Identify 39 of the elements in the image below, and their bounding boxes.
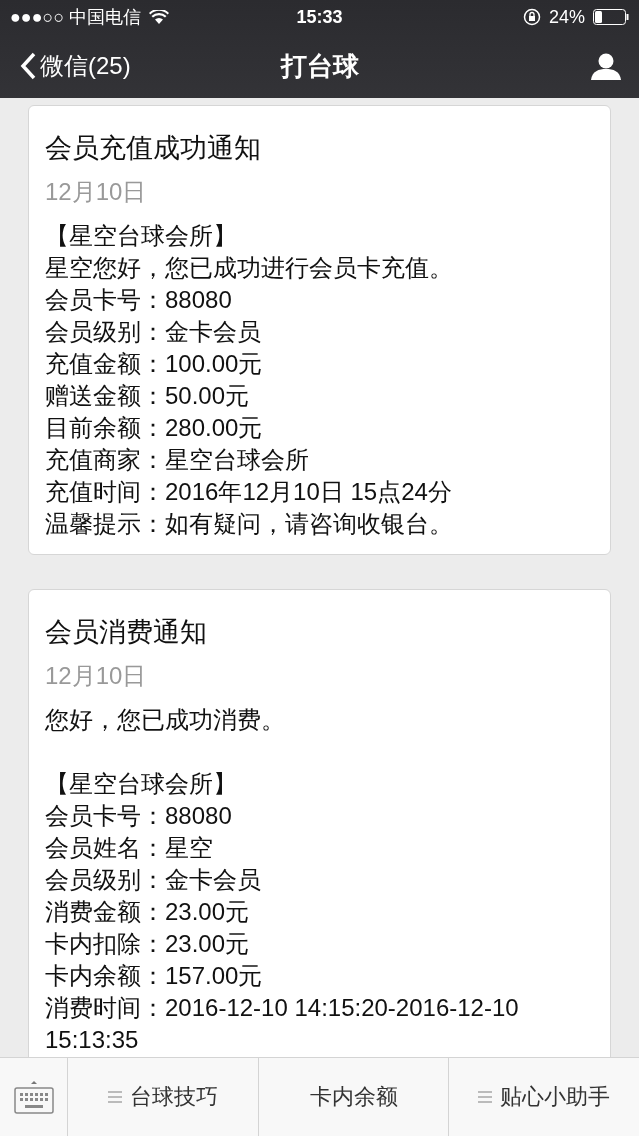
card-text: 卡内余额：157.00元 bbox=[45, 961, 264, 991]
card-text: 【星空台球会所】 bbox=[45, 769, 238, 799]
menu-tab[interactable]: 卡内余额 bbox=[258, 1058, 450, 1136]
card-date: 12月10日 bbox=[45, 177, 148, 207]
card-text: 您好，您已成功消费。 bbox=[45, 705, 286, 735]
card-text: 会员级别：金卡会员 bbox=[45, 317, 262, 347]
card-text: 赠送金额：50.00元 bbox=[45, 381, 251, 411]
back-chevron-icon bbox=[20, 52, 36, 80]
menu-tab[interactable]: 台球技巧 bbox=[68, 1058, 259, 1136]
wifi-icon bbox=[149, 10, 170, 24]
card-date: 12月10日 bbox=[45, 661, 148, 691]
card-text: 会员姓名：星空 bbox=[45, 833, 214, 863]
battery-percent: 24% bbox=[548, 6, 585, 28]
card-text: 温馨提示：如有疑问，请咨询收银台。 bbox=[45, 509, 454, 539]
card-title: 会员消费通知 bbox=[45, 616, 208, 649]
person-icon[interactable] bbox=[591, 52, 621, 80]
card-text: 消费时间：2016-12-10 14:15:20-2016-12-10 15:13:35 bbox=[45, 993, 520, 1055]
card-text: 星空您好，您已成功进行会员卡充值。 bbox=[45, 253, 454, 283]
card-text: 充值商家：星空台球会所 bbox=[45, 445, 310, 475]
card-text: 卡内扣除：23.00元 bbox=[45, 929, 251, 959]
rotation-lock-icon bbox=[522, 8, 541, 26]
menu-tab[interactable]: 贴心小助手 bbox=[449, 1058, 639, 1136]
back-link[interactable]: 微信(25) bbox=[20, 50, 131, 82]
card-text: 充值金额：100.00元 bbox=[45, 349, 264, 379]
card-text: 会员卡号：88080 bbox=[45, 285, 233, 315]
card-text: 会员卡号：88080 bbox=[45, 801, 233, 831]
chat-title: 打台球 bbox=[280, 49, 359, 83]
carrier-label: ●●●○○ 中国电信 bbox=[10, 6, 142, 29]
card-title: 会员充值成功通知 bbox=[45, 132, 262, 165]
card-text: 目前余额：280.00元 bbox=[45, 413, 264, 443]
clock-time: 15:33 bbox=[296, 6, 343, 28]
keyboard-icon bbox=[13, 1080, 54, 1114]
card-text: 会员级别：金卡会员 bbox=[45, 865, 262, 895]
menu-lines-icon bbox=[107, 1091, 122, 1103]
card-text: 充值时间：2016年12月10日 15点24分 bbox=[45, 477, 453, 507]
battery-icon bbox=[593, 9, 629, 25]
card-text: 消费金额：23.00元 bbox=[45, 897, 251, 927]
menu-lines-icon bbox=[478, 1091, 493, 1103]
card-text: 【星空台球会所】 bbox=[45, 221, 238, 251]
